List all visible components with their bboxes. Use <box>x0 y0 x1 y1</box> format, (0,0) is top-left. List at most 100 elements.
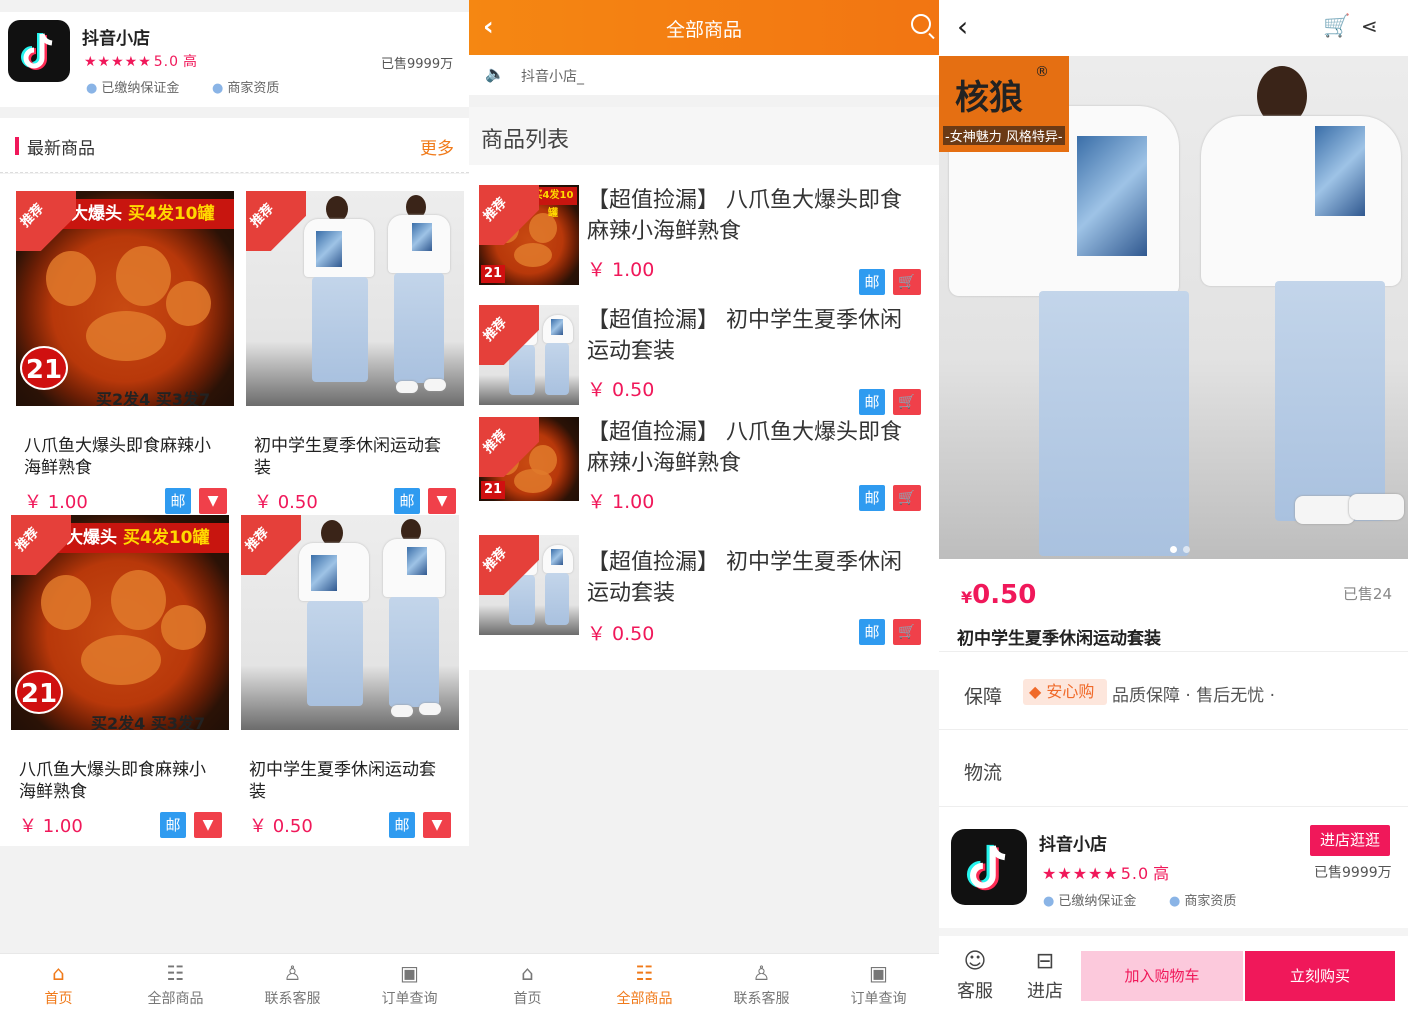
cart-button[interactable]: 🛒 <box>893 619 921 645</box>
cart-button[interactable]: 🛒 <box>893 485 921 511</box>
shop-sold-count: 已售9999万 <box>381 57 454 72</box>
detail-sold: 已售24 <box>1342 585 1392 603</box>
list-icon: ☷ <box>166 961 185 985</box>
detail-title: 初中学生夏季休闲运动套装 <box>957 629 1161 649</box>
shipping-label[interactable]: 物流 <box>964 758 1002 785</box>
list-item[interactable]: 21 推荐 【超值捡漏】 八爪鱼大爆头即食麻辣小海鲜熟食 ￥ 1.00 邮 🛒 <box>469 417 939 527</box>
outfit-product-image: 推荐 <box>479 305 579 405</box>
product-title: 【超值捡漏】 八爪鱼大爆头即食麻辣小海鲜熟食 <box>587 420 902 476</box>
search-icon[interactable] <box>911 14 931 34</box>
person-icon: ● <box>212 81 224 96</box>
latest-products-grid: 鱼大爆头 买4发10罐 21 买2发4 买3发7 推荐 八爪鱼大爆头即食麻辣小海鲜… <box>0 174 469 846</box>
food-promo-text: 买2发4 买3发7 <box>91 714 206 730</box>
cart-button[interactable]: 🛒 <box>893 389 921 415</box>
guarantee-text[interactable]: 品质保障 · 售后无忧 · <box>1112 681 1275 706</box>
divider <box>939 729 1408 730</box>
tab-order-query[interactable]: ▣ 订单查询 <box>820 960 937 1008</box>
recommend-ribbon: 推荐 <box>479 185 539 245</box>
medal-icon: ● <box>1043 894 1055 909</box>
outfit-product-image: 推荐 <box>241 515 459 730</box>
dropdown-button[interactable]: ▼ <box>199 488 227 514</box>
bottom-tabbar: ⌂ 首页 ☷ 全部商品 ♙ 联系客服 ▣ 订单查询 <box>0 953 469 1015</box>
free-shipping-badge: 邮 <box>859 619 885 645</box>
dropdown-button[interactable]: ▼ <box>194 812 222 838</box>
more-link[interactable]: 更多 <box>420 134 454 159</box>
guarantee-tag: ◆ 安心购 <box>1023 679 1107 705</box>
back-arrow-icon[interactable]: ‹ <box>957 10 968 43</box>
chat-face-icon: ☺ <box>963 949 987 974</box>
outfit-product-image: 推荐 <box>246 191 464 406</box>
divider <box>939 806 1408 807</box>
product-price: ￥ 0.50 <box>254 492 318 513</box>
dropdown-button[interactable]: ▼ <box>428 488 456 514</box>
divider <box>939 651 1408 652</box>
list-title: 商品列表 <box>481 128 570 153</box>
rating-value: 5.0 <box>153 54 180 70</box>
octopus-product-image: 21 推荐 <box>479 417 579 501</box>
medal-icon: ● <box>86 81 98 96</box>
gallery-dots <box>1167 538 1193 557</box>
recommend-ribbon: 推荐 <box>479 535 539 595</box>
recommend-ribbon: 推荐 <box>246 191 306 251</box>
shop-name: 抖音小店 <box>82 29 150 49</box>
tab-home[interactable]: ⌂ 首页 <box>469 960 586 1008</box>
enter-shop-button[interactable]: 进店逛逛 <box>1310 825 1390 856</box>
tab-home[interactable]: ⌂ 首页 <box>0 960 117 1008</box>
dropdown-button[interactable]: ▼ <box>423 812 451 838</box>
tab-all-goods[interactable]: ☷ 全部商品 <box>117 960 234 1008</box>
product-title: 初中学生夏季休闲运动套装 <box>249 760 436 802</box>
deposit-badge: ● 已缴纳保证金 <box>86 77 179 96</box>
product-card[interactable]: 鱼大爆头 买4发10罐 21 买2发4 买3发7 推荐 八爪鱼大爆头即食麻辣小海鲜… <box>11 515 229 838</box>
product-title: 【超值捡漏】 八爪鱼大爆头即食麻辣小海鲜熟食 <box>587 188 902 244</box>
recommend-ribbon: 推荐 <box>16 191 76 251</box>
wallet-icon: ▣ <box>869 961 888 985</box>
rating-stars: ★★★★★ <box>1042 864 1119 883</box>
recommend-ribbon: 推荐 <box>479 305 539 365</box>
list-item[interactable]: 买4发10罐 21 推荐 【超值捡漏】 八爪鱼大爆头即食麻辣小海鲜熟食 ￥ 1.… <box>469 185 939 295</box>
free-shipping-badge: 邮 <box>165 488 191 514</box>
deposit-label: 已缴纳保证金 <box>1058 894 1137 909</box>
qualification-label: 商家资质 <box>227 81 280 96</box>
list-item[interactable]: 推荐 【超值捡漏】 初中学生夏季休闲运动套装 ￥ 0.50 邮 🛒 <box>469 305 939 415</box>
deposit-badge: ● 已缴纳保证金 <box>1043 890 1136 909</box>
octopus-product-image: 买4发10罐 21 推荐 <box>479 185 579 285</box>
qualification-badge[interactable]: ● 商家资质 <box>1169 890 1236 909</box>
food-promo-text: 买2发4 买3发7 <box>96 390 211 406</box>
wallet-icon: ▣ <box>400 961 419 985</box>
all-goods-panel: ‹ 全部商品 🔈 抖音小店_ 商品列表 买4发10罐 21 推荐 【超值捡漏】 … <box>469 0 939 1015</box>
tiktok-logo-icon <box>8 20 70 82</box>
free-shipping-badge: 邮 <box>859 389 885 415</box>
product-title: 初中学生夏季休闲运动套装 <box>254 436 441 478</box>
share-icon[interactable]: ⋖ <box>1361 14 1378 38</box>
buy-now-button[interactable]: 立刻购买 <box>1245 951 1395 1001</box>
cart-button[interactable]: 🛒 <box>893 269 921 295</box>
price-badge: 21 <box>20 346 68 390</box>
product-price: ￥ 0.50 <box>249 816 313 837</box>
product-card[interactable]: 推荐 初中学生夏季休闲运动套装 ￥ 0.50 邮 ▼ <box>241 515 459 838</box>
product-gallery[interactable]: 核狼 ® -女神魅力 风格特异- <box>939 56 1408 559</box>
product-price: ￥ 1.00 <box>19 816 83 837</box>
spacer <box>939 928 1408 936</box>
shop-name: 抖音小店 <box>1039 835 1107 855</box>
user-icon: ♙ <box>752 961 771 985</box>
qualification-badge[interactable]: ● 商家资质 <box>212 77 279 96</box>
shop-sold-count: 已售9999万 <box>1314 865 1392 881</box>
product-card[interactable]: 鱼大爆头 买4发10罐 21 买2发4 买3发7 推荐 八爪鱼大爆头即食麻辣小海鲜… <box>16 191 234 514</box>
tab-all-goods[interactable]: ☷ 全部商品 <box>586 960 703 1008</box>
speaker-icon: 🔈 <box>485 64 505 83</box>
detail-price: ¥0.50 <box>961 580 1037 610</box>
tab-customer-service[interactable]: ♙ 联系客服 <box>234 960 351 1008</box>
cart-icon[interactable]: 🛒 <box>1323 14 1350 39</box>
add-to-cart-button[interactable]: 加入购物车 <box>1081 951 1243 1001</box>
tab-customer-service[interactable]: ♙ 联系客服 <box>703 960 820 1008</box>
shop-button[interactable]: ⊟ 进店 <box>1027 947 1063 1003</box>
qualification-label: 商家资质 <box>1184 894 1237 909</box>
product-card[interactable]: 推荐 初中学生夏季休闲运动套装 ￥ 0.50 邮 ▼ <box>246 191 464 514</box>
rating-level: 高 <box>1153 864 1171 883</box>
product-detail-panel: ‹ 🛒 ⋖ 核狼 ® -女神魅力 风格特异- ¥0.50 已售24 初中学生夏季… <box>939 0 1408 1015</box>
service-button[interactable]: ☺ 客服 <box>957 947 993 1003</box>
list-item[interactable]: 推荐 【超值捡漏】 初中学生夏季休闲运动套装 ￥ 0.50 邮 🛒 <box>469 535 939 645</box>
latest-section-header: 最新商品 更多 <box>0 118 469 173</box>
detail-action-bar: ☺ 客服 ⊟ 进店 加入购物车 立刻购买 <box>939 937 1408 1015</box>
tab-order-query[interactable]: ▣ 订单查询 <box>351 960 468 1008</box>
